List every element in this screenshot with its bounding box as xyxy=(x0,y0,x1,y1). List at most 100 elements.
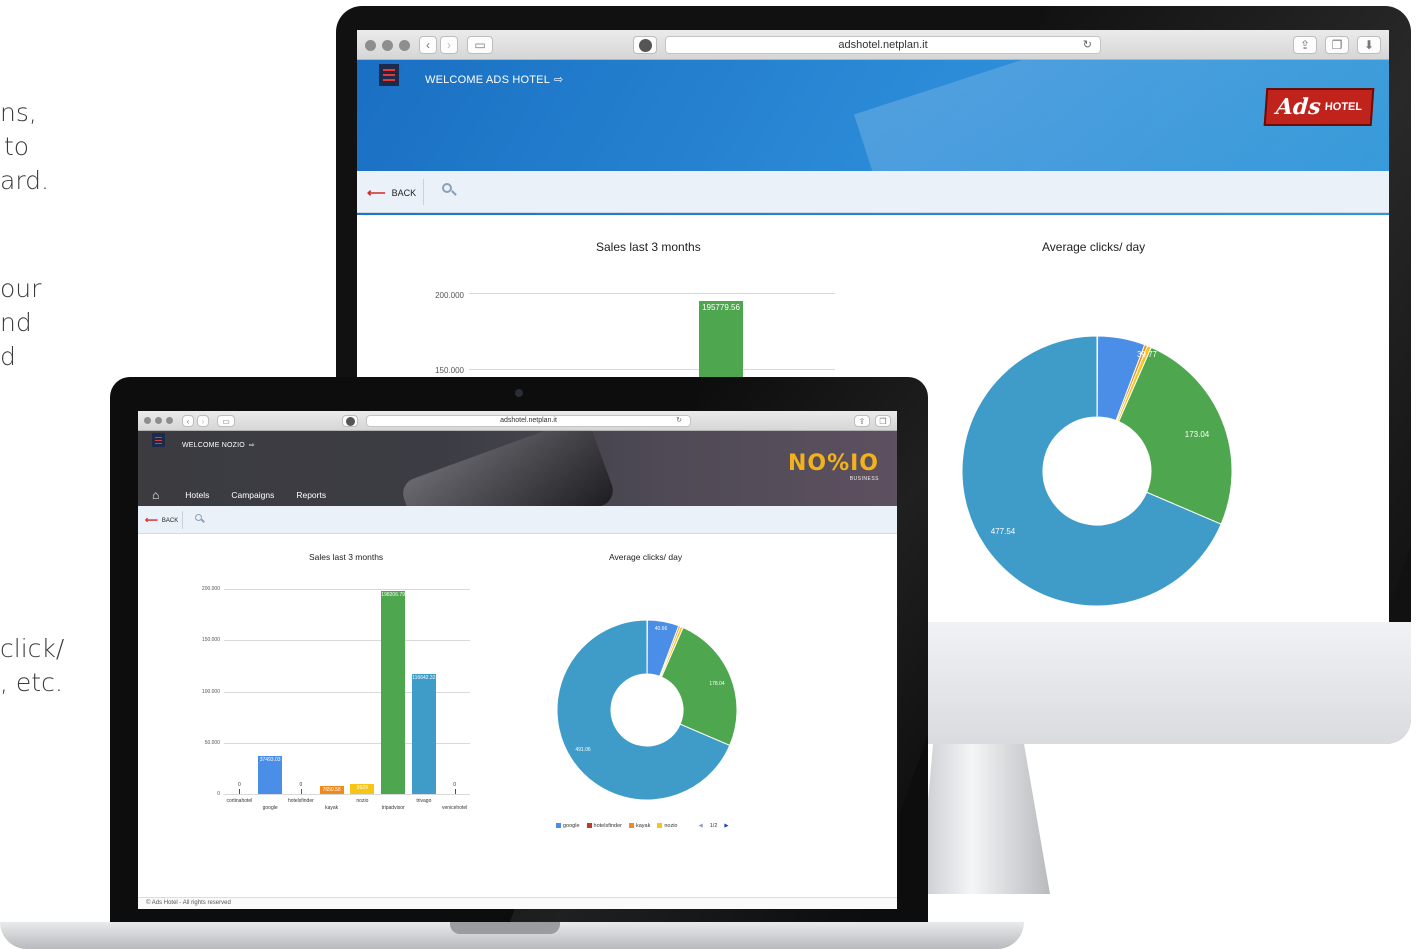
legend-label: google xyxy=(563,823,580,829)
x-tick-label: nozio xyxy=(356,798,369,804)
nav-buttons: ‹ › ▭ xyxy=(182,415,235,427)
share-icon[interactable]: ⇪ xyxy=(1293,36,1317,54)
share-icon[interactable]: ⇪ xyxy=(854,415,870,427)
close-dot[interactable] xyxy=(144,417,151,424)
bar-value-label: 198206.79 xyxy=(381,591,405,598)
slice-label-trivago: 491.06 xyxy=(575,747,591,753)
sales-chart-title: Sales last 3 months xyxy=(309,552,384,562)
privacy-icon[interactable] xyxy=(342,415,358,427)
clicks-chart-title: Average clicks/ day xyxy=(609,552,683,562)
download-icon[interactable]: ⬇ xyxy=(1357,36,1381,54)
slice-label-tripadvisor: 173.04 xyxy=(1184,430,1210,439)
ads-hotel-logo: Ads HOTEL xyxy=(1263,88,1375,126)
minimize-dot[interactable] xyxy=(382,40,393,51)
side-line: ns, xyxy=(0,98,37,127)
close-dot[interactable] xyxy=(365,40,376,51)
reload-icon[interactable]: ↻ xyxy=(1083,37,1092,53)
privacy-icon[interactable] xyxy=(633,36,657,54)
x-tick-label: kayak xyxy=(325,805,339,811)
chart-legend: google hotelsfinder kayak nozio ◀ 1/2 ▶ xyxy=(556,823,729,829)
bar-value-label: 0 xyxy=(453,782,456,788)
bar-value-label: 0 xyxy=(299,782,303,788)
clicks-donut-chart xyxy=(556,619,738,801)
side-text-mid: our nd d xyxy=(0,272,41,374)
sidebar-icon[interactable]: ▭ xyxy=(467,36,493,54)
search-icon[interactable] xyxy=(441,182,459,200)
slice-label-google: 39.77 xyxy=(1136,350,1158,359)
back-button[interactable]: ⟵ BACK xyxy=(145,515,178,526)
legend-item[interactable]: google xyxy=(556,823,580,829)
x-tick-label: tripadvisor xyxy=(381,805,405,811)
legend-item[interactable]: kayak xyxy=(628,823,650,829)
side-line: nd xyxy=(0,308,32,337)
zoom-dot[interactable] xyxy=(399,40,410,51)
forward-nav-icon[interactable]: › xyxy=(197,415,209,427)
legend-prev-icon[interactable]: ◀ xyxy=(699,823,703,829)
bar-zero-tick xyxy=(300,789,302,794)
back-nav-icon[interactable]: ‹ xyxy=(419,36,437,54)
camera-dot xyxy=(515,389,523,397)
back-nav-icon[interactable]: ‹ xyxy=(182,415,194,427)
browser-actions: ⇪ ❐ xyxy=(854,415,891,427)
bar-value-label: 7650.58 xyxy=(322,787,341,794)
bar-trivago[interactable] xyxy=(411,674,436,794)
back-button[interactable]: ⟵ BACK xyxy=(367,185,416,201)
side-line: to xyxy=(4,132,30,161)
x-tick-label: cortinahotel xyxy=(226,798,253,804)
hamburger-menu-icon[interactable] xyxy=(152,433,165,447)
bar-value-label: 195779.56 xyxy=(702,303,740,312)
hamburger-menu-icon[interactable] xyxy=(379,64,399,86)
slice-label-trivago: 477.54 xyxy=(990,527,1016,536)
welcome-label: WELCOME NOZIO xyxy=(182,442,245,449)
gridline xyxy=(224,640,470,642)
legend-page: 1/2 xyxy=(709,823,718,829)
tabs-icon[interactable]: ❐ xyxy=(875,415,891,427)
y-tick: 150.000 xyxy=(201,637,220,644)
bar-tripadvisor[interactable] xyxy=(381,590,406,794)
gridline xyxy=(469,293,835,294)
gridline xyxy=(224,589,470,590)
side-line: , etc. xyxy=(0,668,63,697)
address-bar[interactable]: adshotel.netplan.it ↻ xyxy=(665,36,1101,54)
x-tick-label: venicehotel xyxy=(441,805,468,811)
welcome-text: WELCOME NOZIO ⇨ xyxy=(182,441,255,449)
y-tick: 200.000 xyxy=(435,291,464,300)
address-bar[interactable]: adshotel.netplan.it ↻ xyxy=(366,415,691,427)
forward-nav-icon[interactable]: › xyxy=(440,36,458,54)
app-header: WELCOME NOZIO ⇨ NO%IO BUSINESS xyxy=(138,431,897,506)
nozio-logo: NO%IO BUSINESS xyxy=(788,451,879,482)
y-tick: 50.000 xyxy=(204,739,220,746)
gridline xyxy=(224,794,470,795)
side-line: ard. xyxy=(0,166,49,195)
logo-sub-text: BUSINESS xyxy=(849,476,879,482)
back-label: BACK xyxy=(161,517,179,524)
bar-value-label: 116642.32 xyxy=(412,675,436,682)
bar-zero-tick xyxy=(239,789,241,794)
window-controls xyxy=(365,40,410,51)
legend-item[interactable]: hotelsfinder xyxy=(586,823,622,829)
back-arrow-icon: ⟵ xyxy=(145,515,158,525)
browser-toolbar: ‹ › ▭ adshotel.netplan.it ↻ ⇪ ❐ xyxy=(138,411,897,431)
sidebar-icon[interactable]: ▭ xyxy=(217,415,235,427)
y-tick: 200.000 xyxy=(201,586,220,592)
search-icon[interactable] xyxy=(194,513,206,525)
logout-icon[interactable]: ⇨ xyxy=(554,74,563,86)
legend-label: hotelsfinder xyxy=(593,823,622,829)
x-tick-label: google xyxy=(262,805,278,811)
clicks-chart-title: Average clicks/ day xyxy=(1042,240,1146,254)
action-bar: ⟵ BACK xyxy=(138,506,897,534)
bar-value-label: 37493.03 xyxy=(259,756,281,763)
bar-zero-tick xyxy=(454,789,456,794)
reload-icon[interactable]: ↻ xyxy=(676,416,682,426)
x-tick-label: hotelsfinder xyxy=(287,798,314,804)
side-text-bottom: click/ , etc. xyxy=(0,632,64,700)
browser-actions: ⇪ ❐ ⬇ xyxy=(1293,36,1381,54)
side-line: click/ xyxy=(0,634,65,663)
logout-icon[interactable]: ⇨ xyxy=(249,442,255,449)
zoom-dot[interactable] xyxy=(166,417,173,424)
minimize-dot[interactable] xyxy=(155,417,162,424)
legend-next-icon[interactable]: ▶ xyxy=(724,823,728,829)
gridline xyxy=(469,369,835,370)
tabs-icon[interactable]: ❐ xyxy=(1325,36,1349,54)
legend-item[interactable]: nozio xyxy=(657,823,678,829)
